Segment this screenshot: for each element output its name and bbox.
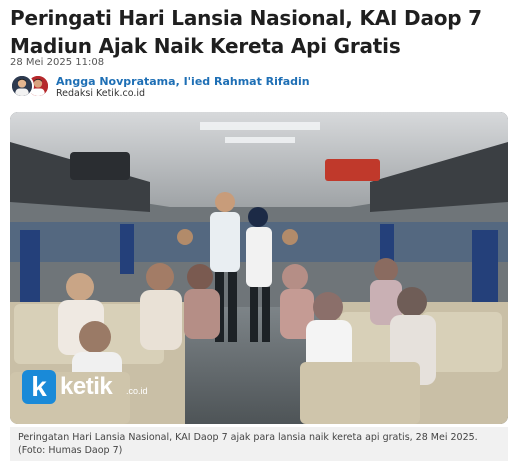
publish-date: 28 Mei 2025 11:08 bbox=[10, 57, 105, 68]
ketik-logo-icon: k bbox=[22, 370, 56, 404]
author-avatar-icon[interactable] bbox=[10, 74, 34, 98]
author-link[interactable]: Angga Novpratama bbox=[56, 75, 176, 88]
author-block: Angga Novpratama, I'ied Rahmat Rifadin R… bbox=[10, 74, 410, 100]
author-names: Angga Novpratama, I'ied Rahmat Rifadin bbox=[56, 75, 310, 88]
watermark-suffix: .co.id bbox=[126, 386, 148, 396]
article-title: Peringati Hari Lansia Nasional, KAI Daop… bbox=[10, 6, 482, 58]
redaksi-label: Redaksi Ketik.co.id bbox=[56, 88, 146, 99]
photo-caption: Peringatan Hari Lansia Nasional, KAI Dao… bbox=[10, 427, 508, 461]
watermark-brand: ketik bbox=[60, 373, 113, 400]
ketik-watermark: k ketik .co.id bbox=[22, 370, 162, 404]
author-link[interactable]: I'ied Rahmat Rifadin bbox=[184, 75, 310, 88]
author-separator: , bbox=[175, 75, 184, 88]
